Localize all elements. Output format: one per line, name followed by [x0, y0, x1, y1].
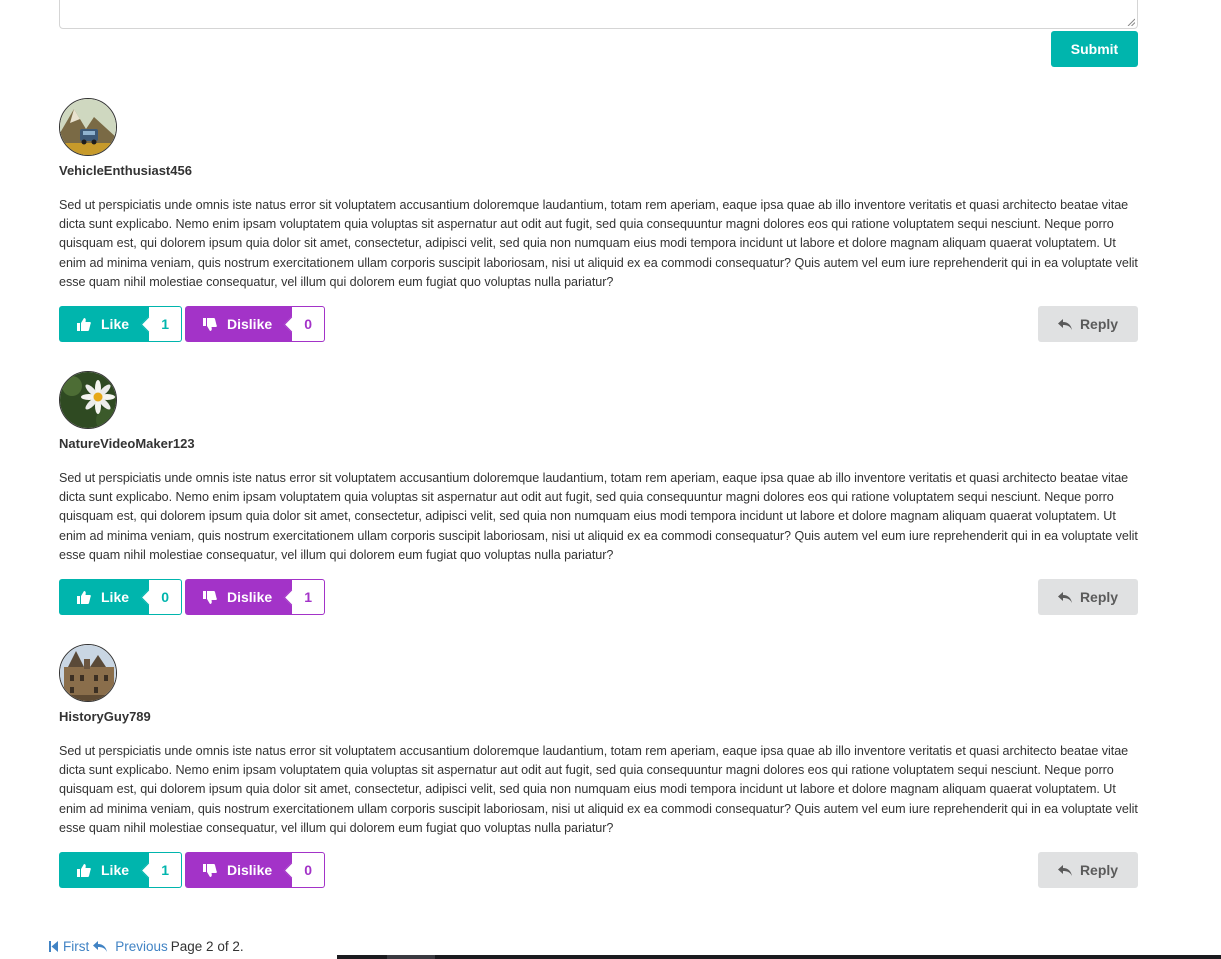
reply-button[interactable]: Reply — [1038, 852, 1138, 889]
thumbs-up-icon — [77, 863, 91, 877]
dislike-label: Dislike — [227, 862, 273, 879]
like-count: 1 — [149, 306, 182, 343]
comment-item: HistoryGuy789 Sed ut perspiciatis unde o… — [59, 644, 1138, 889]
previous-page-link[interactable]: Previous — [93, 939, 168, 954]
comment-text: Sed ut perspiciatis unde omnis iste natu… — [59, 744, 1138, 835]
reply-label: Reply — [1079, 589, 1119, 606]
dislike-button[interactable]: Dislike — [185, 579, 292, 616]
like-button[interactable]: Like — [59, 306, 149, 343]
dislike-button[interactable]: Dislike — [185, 306, 292, 343]
like-button[interactable]: Like — [59, 579, 149, 616]
page-indicator: Page 2 of 2. — [170, 938, 244, 954]
daisy-flower-avatar — [59, 371, 117, 429]
comment-item: NatureVideoMaker123 Sed ut perspiciatis … — [59, 371, 1138, 616]
like-count: 1 — [149, 852, 182, 889]
comment-author: HistoryGuy789 — [59, 709, 151, 724]
reply-arrow-icon — [93, 940, 108, 952]
thumbs-down-icon — [203, 863, 217, 877]
comment-author: VehicleEnthusiast456 — [59, 163, 192, 178]
reply-label: Reply — [1079, 862, 1119, 879]
comment-actions: Like 1 Dislike 0 Reply — [59, 852, 1138, 889]
thumbs-down-icon — [203, 590, 217, 604]
submit-button[interactable]: Submit — [1051, 31, 1138, 67]
step-backward-icon — [49, 940, 58, 952]
like-group: Like 0 — [59, 579, 182, 616]
thumbs-up-icon — [77, 590, 91, 604]
castle-avatar — [59, 644, 117, 702]
pagination: First Previous Page 2 of 2. — [49, 937, 244, 955]
reply-button[interactable]: Reply — [1038, 306, 1138, 343]
dislike-button[interactable]: Dislike — [185, 852, 292, 889]
comment-actions: Like 1 Dislike 0 Reply — [59, 306, 1138, 343]
reply-arrow-icon — [1057, 864, 1072, 876]
dislike-count: 1 — [292, 579, 325, 616]
like-count: 0 — [149, 579, 182, 616]
reply-button[interactable]: Reply — [1038, 579, 1138, 616]
comment-text: Sed ut perspiciatis unde omnis iste natu… — [59, 471, 1138, 562]
comment-textarea[interactable] — [59, 0, 1138, 29]
like-group: Like 1 — [59, 306, 182, 343]
reply-arrow-icon — [1057, 318, 1072, 330]
like-label: Like — [101, 589, 130, 606]
like-button[interactable]: Like — [59, 852, 149, 889]
dislike-count: 0 — [292, 852, 325, 889]
first-page-label: First — [63, 938, 90, 954]
thumbs-down-icon — [203, 317, 217, 331]
taskbar-segment — [387, 955, 435, 959]
comment-text: Sed ut perspiciatis unde omnis iste natu… — [59, 198, 1138, 289]
comment-author: NatureVideoMaker123 — [59, 436, 195, 451]
like-group: Like 1 — [59, 852, 182, 889]
car-landscape-avatar — [59, 98, 117, 156]
dislike-group: Dislike 0 — [185, 852, 325, 889]
reply-arrow-icon — [1057, 591, 1072, 603]
dislike-group: Dislike 0 — [185, 306, 325, 343]
previous-page-label: Previous — [115, 938, 168, 954]
comment-item: VehicleEnthusiast456 Sed ut perspiciatis… — [59, 98, 1138, 343]
like-label: Like — [101, 316, 130, 333]
bottom-taskbar-strip — [337, 955, 1221, 959]
dislike-group: Dislike 1 — [185, 579, 325, 616]
comment-actions: Like 0 Dislike 1 Reply — [59, 579, 1138, 616]
resize-grip-icon[interactable] — [1127, 18, 1135, 26]
comments-page: Submit VehicleEnthusiast456 Sed ut persp… — [0, 0, 1221, 959]
reply-label: Reply — [1079, 316, 1119, 333]
dislike-label: Dislike — [227, 316, 273, 333]
thumbs-up-icon — [77, 317, 91, 331]
dislike-label: Dislike — [227, 589, 273, 606]
first-page-link[interactable]: First — [49, 939, 89, 954]
dislike-count: 0 — [292, 306, 325, 343]
like-label: Like — [101, 862, 130, 879]
